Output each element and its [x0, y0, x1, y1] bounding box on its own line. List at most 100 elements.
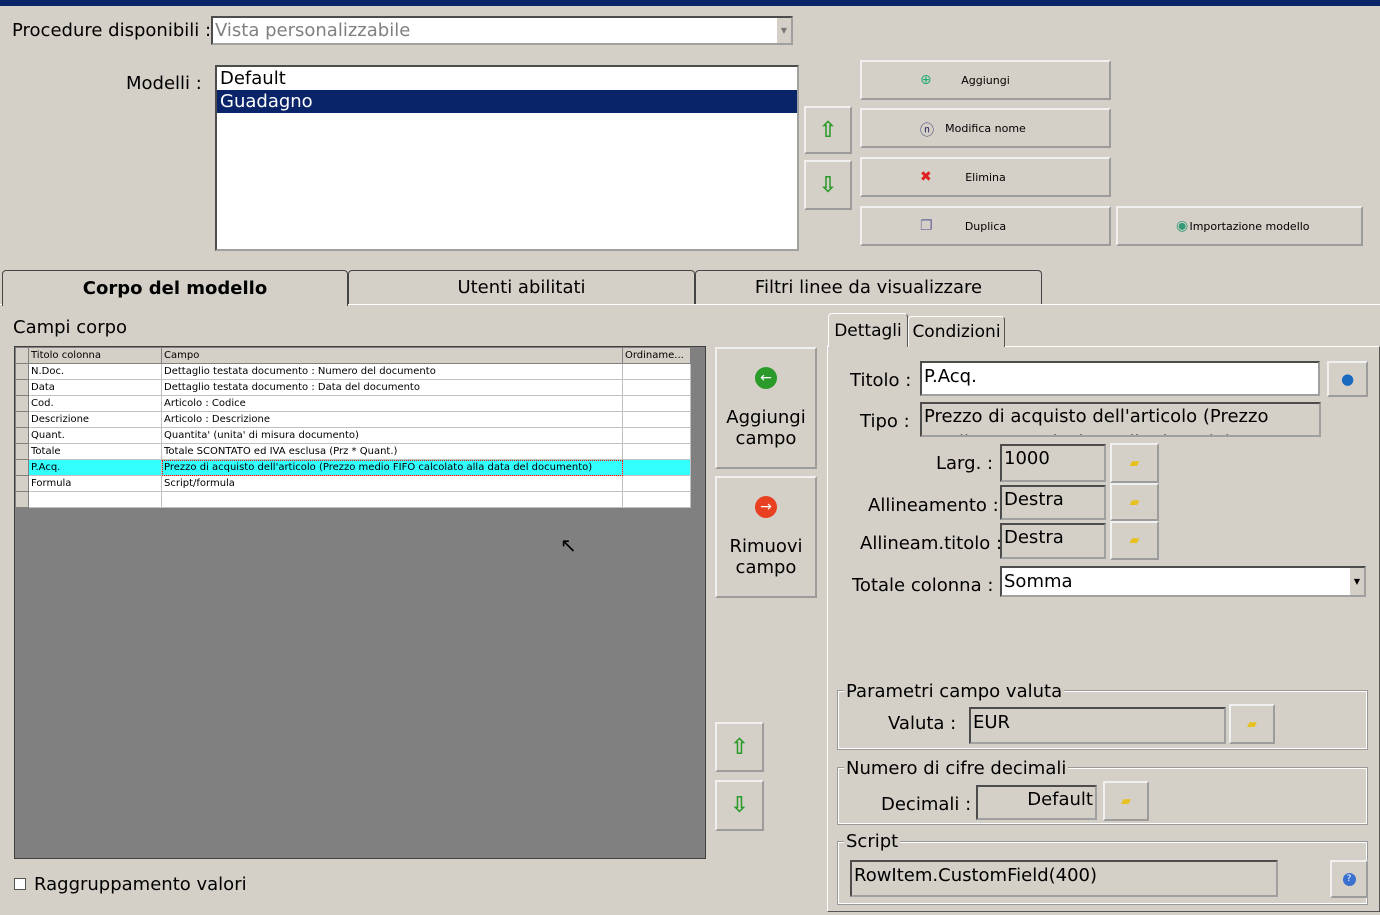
row-selector[interactable]	[15, 363, 29, 380]
cell-ordinamento[interactable]	[622, 491, 691, 508]
rimuovi-campo-button[interactable]: → Rimuovi campo	[715, 476, 817, 598]
row-selector[interactable]	[15, 475, 29, 492]
table-row[interactable]: N.Doc. Dettaglio testata documento : Nume…	[15, 363, 691, 380]
cell-titolo[interactable]: Totale	[28, 443, 162, 460]
row-selector[interactable]	[15, 395, 29, 412]
chevron-down-icon[interactable]: ▼	[777, 18, 791, 43]
column-header-campo[interactable]: Campo	[161, 347, 623, 364]
table-row[interactable]: Totale Totale SCONTATO ed IVA esclusa (Pr…	[15, 443, 691, 460]
row-selector[interactable]	[15, 411, 29, 428]
modifica-nome-button[interactable]: ⓝ Modifica nome	[860, 108, 1111, 148]
cell-titolo[interactable]: Cod.	[28, 395, 162, 412]
modelli-label: Modelli :	[126, 73, 202, 94]
cell-ordinamento[interactable]	[622, 427, 691, 444]
move-field-up-button[interactable]: ⇧	[715, 722, 764, 772]
table-row[interactable]: Formula Script/formula	[15, 475, 691, 492]
allineam-titolo-select-button[interactable]: ▰	[1110, 521, 1159, 560]
cell-titolo[interactable]: Descrizione	[28, 411, 162, 428]
cell-titolo[interactable]: N.Doc.	[28, 363, 162, 380]
tab-utenti-abilitati[interactable]: Utenti abilitati	[348, 270, 695, 304]
cell-ordinamento[interactable]	[622, 443, 691, 460]
cell-ordinamento[interactable]	[622, 395, 691, 412]
allineamento-field: Destra	[1000, 485, 1106, 520]
aggiungi-campo-button[interactable]: ← Aggiungi campo	[715, 347, 817, 469]
table-row[interactable]: P.Acq. Prezzo di acquisto dell'articolo (…	[15, 459, 691, 476]
arrow-up-icon: ⇧	[818, 117, 838, 143]
mouse-cursor-icon: ↖	[560, 533, 577, 557]
cell-campo[interactable]	[161, 491, 623, 508]
tab-corpo-del-modello[interactable]: Corpo del modello	[2, 270, 348, 306]
table-row[interactable]: Descrizione Articolo : Descrizione	[15, 411, 691, 428]
list-item[interactable]: Default	[217, 67, 797, 90]
cell-campo[interactable]: Quantita' (unita' di misura documento)	[161, 427, 623, 444]
decimali-field: Default	[976, 785, 1097, 820]
arrow-down-icon: ⇩	[730, 793, 749, 818]
cell-campo[interactable]: Dettaglio testata documento : Data del d…	[161, 379, 623, 396]
tipo-label: Tipo :	[860, 411, 910, 432]
valuta-label: Valuta :	[888, 713, 957, 734]
modelli-list[interactable]: Default Guadagno	[215, 65, 799, 251]
titolo-input[interactable]: P.Acq.	[920, 361, 1320, 396]
cell-ordinamento[interactable]	[622, 475, 691, 492]
tab-condizioni[interactable]: Condizioni	[908, 316, 1005, 347]
folder-icon: ▰	[1121, 793, 1131, 809]
cell-titolo[interactable]: Formula	[28, 475, 162, 492]
cell-ordinamento[interactable]	[622, 459, 691, 476]
cell-titolo[interactable]: P.Acq.	[28, 459, 162, 476]
decimali-label: Decimali :	[881, 794, 972, 815]
move-model-up-button[interactable]: ⇧	[804, 106, 852, 154]
table-row[interactable]	[15, 491, 691, 508]
cell-ordinamento[interactable]	[622, 363, 691, 380]
list-item-selected[interactable]: Guadagno	[217, 90, 797, 113]
tab-dettagli[interactable]: Dettagli	[828, 313, 908, 347]
allineamento-select-button[interactable]: ▰	[1110, 483, 1159, 521]
globe-icon: ●	[1340, 370, 1355, 388]
duplica-button[interactable]: ❐ Duplica	[860, 206, 1111, 246]
column-header-ordinamento[interactable]: Ordiname...	[622, 347, 691, 364]
row-selector[interactable]	[15, 379, 29, 396]
cell-ordinamento[interactable]	[622, 411, 691, 428]
allineamento-label: Allineamento :	[868, 495, 999, 516]
table-row[interactable]: Cod. Articolo : Codice	[15, 395, 691, 412]
valuta-select-button[interactable]: ▰	[1229, 704, 1275, 744]
procedure-label: Procedure disponibili :	[12, 20, 212, 41]
add-icon: ⊕	[920, 72, 932, 88]
procedure-dropdown[interactable]: Vista personalizzabile ▼	[211, 16, 793, 45]
elimina-button[interactable]: ✖ Elimina	[860, 157, 1111, 197]
cell-campo[interactable]: Articolo : Descrizione	[161, 411, 623, 428]
importazione-modello-button[interactable]: ◉ Importazione modello	[1116, 206, 1363, 246]
script-help-button[interactable]: ?	[1330, 860, 1368, 898]
cell-campo[interactable]: Prezzo di acquisto dell'articolo (Prezzo…	[161, 459, 623, 476]
chevron-down-icon[interactable]: ▼	[1350, 568, 1364, 595]
move-field-down-button[interactable]: ⇩	[715, 780, 764, 831]
aggiungi-button[interactable]: ⊕ Aggiungi	[860, 60, 1111, 100]
campi-grid[interactable]: Titolo colonna Campo Ordiname... N.Doc. Det…	[14, 346, 706, 859]
totale-colonna-dropdown[interactable]: Somma ▼	[1000, 566, 1366, 597]
cell-titolo[interactable]: Quant.	[28, 427, 162, 444]
column-header-titolo[interactable]: Titolo colonna	[28, 347, 162, 364]
cell-campo[interactable]: Totale SCONTATO ed IVA esclusa (Prz * Qu…	[161, 443, 623, 460]
decimali-select-button[interactable]: ▰	[1103, 781, 1149, 821]
table-row[interactable]: Data Dettaglio testata documento : Data d…	[15, 379, 691, 396]
row-selector[interactable]	[15, 427, 29, 444]
larg-select-button[interactable]: ▰	[1110, 443, 1159, 483]
translate-button[interactable]: ●	[1327, 361, 1368, 397]
script-field: RowItem.CustomField(400)	[850, 860, 1278, 897]
move-model-down-button[interactable]: ⇩	[804, 160, 852, 210]
allineam-titolo-label: Allineam.titolo :	[860, 533, 1003, 554]
cell-titolo[interactable]: Data	[28, 379, 162, 396]
cell-campo[interactable]: Script/formula	[161, 475, 623, 492]
raggruppamento-checkbox[interactable]	[14, 878, 26, 890]
folder-icon: ▰	[1129, 533, 1140, 548]
cell-titolo[interactable]	[28, 491, 162, 508]
arrow-up-icon: ⇧	[730, 734, 749, 760]
row-selector[interactable]	[15, 459, 29, 476]
table-row[interactable]: Quant. Quantita' (unita' di misura docume…	[15, 427, 691, 444]
tab-filtri-linee[interactable]: Filtri linee da visualizzare	[695, 270, 1042, 304]
row-selector[interactable]	[15, 443, 29, 460]
cell-ordinamento[interactable]	[622, 379, 691, 396]
cell-campo[interactable]: Dettaglio testata documento : Numero del…	[161, 363, 623, 380]
cell-campo[interactable]: Articolo : Codice	[161, 395, 623, 412]
larg-field: 1000	[1000, 444, 1106, 482]
row-selector[interactable]	[15, 491, 29, 508]
